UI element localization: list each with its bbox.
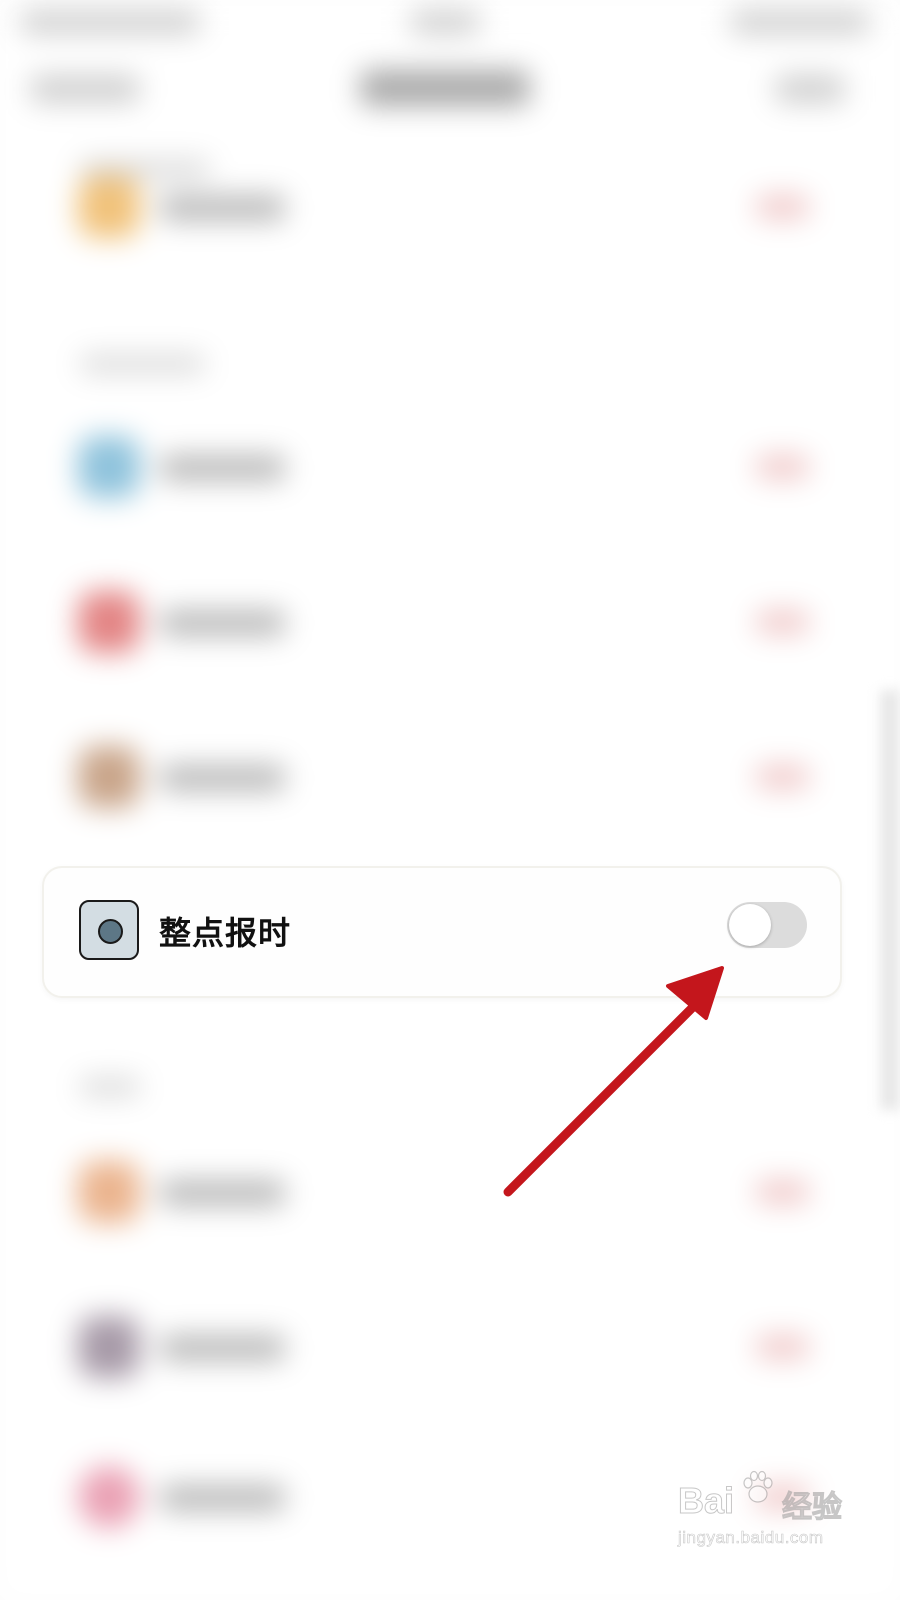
record-icon: [79, 900, 139, 960]
scrollbar[interactable]: [880, 690, 900, 1110]
toggle-knob: [729, 904, 771, 946]
hourly-chime-label: 整点报时: [159, 914, 292, 952]
watermark-logo: Bai 经验 jingyan.baidu.com: [677, 1470, 878, 1580]
watermark-brand: Bai: [677, 1480, 735, 1522]
hourly-chime-row[interactable]: 整点报时: [42, 866, 842, 998]
hourly-chime-toggle[interactable]: [727, 902, 807, 948]
blurred-background: [0, 0, 900, 1600]
watermark-brand-cn: 经验: [782, 1490, 843, 1526]
paw-icon: [743, 1470, 773, 1503]
watermark-url: jingyan.baidu.com: [678, 1528, 824, 1548]
